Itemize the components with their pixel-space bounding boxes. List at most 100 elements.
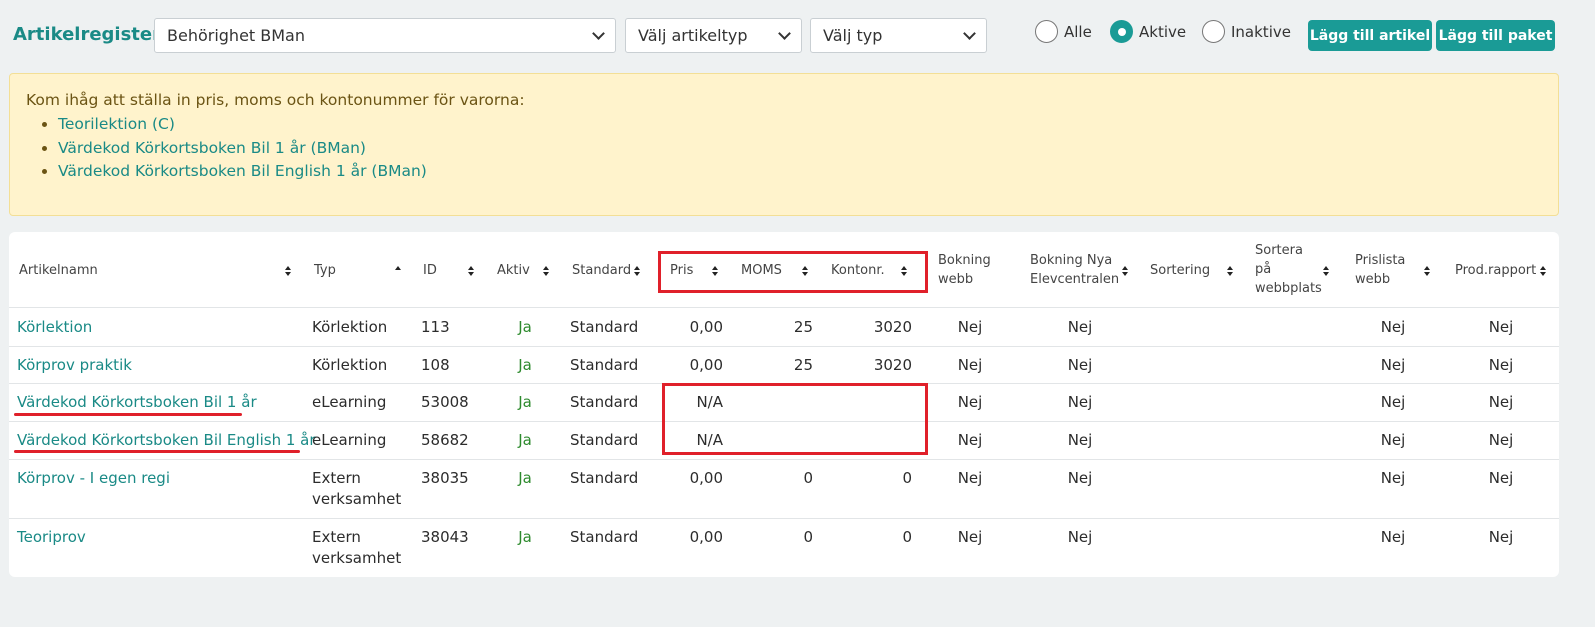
- article-name-link[interactable]: Körprov - I egen regi: [17, 468, 170, 489]
- article-name-link[interactable]: Värdekod Körkortsboken Bil English 1 år: [17, 430, 316, 451]
- article-account: 3020: [873, 356, 912, 374]
- booking-new: Nej: [1067, 469, 1093, 487]
- sort-icon[interactable]: [1227, 266, 1233, 276]
- sort-icon[interactable]: [1424, 266, 1430, 276]
- col-id[interactable]: ID: [423, 261, 437, 280]
- radio-active[interactable]: Aktive: [1110, 20, 1186, 43]
- col-bokning-webb-line2: webb: [938, 272, 974, 287]
- radio-all[interactable]: Alle: [1035, 20, 1092, 43]
- top-bar: Artikelregister Behörighet BMan Välj art…: [0, 0, 1595, 70]
- row-divider: [9, 346, 1559, 347]
- page-title: Artikelregister: [13, 24, 161, 45]
- article-name-link[interactable]: Körlektion: [17, 317, 92, 338]
- article-id: 58682: [421, 431, 469, 449]
- behorighet-select[interactable]: Behörighet BMan: [154, 18, 616, 53]
- article-standard: Standard: [570, 356, 639, 374]
- behorighet-value: Behörighet BMan: [167, 26, 305, 45]
- col-bokning-nya[interactable]: Bokning Nya Elevcentralen: [1030, 251, 1120, 289]
- booking-new: Nej: [1067, 528, 1093, 546]
- pricelist-web: Nej: [1380, 528, 1406, 546]
- col-bokning-nya-line1: Bokning Nya: [1030, 253, 1113, 268]
- col-typ[interactable]: Typ: [314, 261, 336, 280]
- article-active: Ja: [518, 393, 532, 411]
- add-article-button[interactable]: Lägg till artikel: [1308, 20, 1432, 51]
- article-type: Extern: [312, 469, 361, 487]
- radio-circle-icon[interactable]: [1202, 20, 1225, 43]
- prod-report: Nej: [1488, 393, 1514, 411]
- col-bokning-webb[interactable]: Bokning webb: [938, 251, 991, 289]
- col-prislista-webb[interactable]: Prislista webb: [1355, 251, 1417, 289]
- radio-inactive-label: Inaktive: [1231, 22, 1291, 41]
- sort-icon[interactable]: [1540, 266, 1546, 276]
- booking-new: Nej: [1067, 356, 1093, 374]
- col-standard[interactable]: Standard: [572, 261, 631, 280]
- article-vat: 25: [793, 356, 813, 374]
- pricing-reminder-alert: Kom ihåg att ställa in pris, moms och ko…: [9, 73, 1559, 216]
- article-name-link[interactable]: Körprov praktik: [17, 355, 132, 376]
- col-aktiv[interactable]: Aktiv: [497, 261, 530, 280]
- pricelist-web: Nej: [1380, 469, 1406, 487]
- article-standard: Standard: [570, 393, 639, 411]
- col-artikelnamn[interactable]: Artikelnamn: [19, 261, 98, 280]
- radio-circle-icon[interactable]: [1035, 20, 1058, 43]
- col-bokning-nya-line2: Elevcentralen: [1030, 272, 1120, 287]
- sort-icon[interactable]: [634, 266, 640, 276]
- article-name-link[interactable]: Värdekod Körkortsboken Bil 1 år: [17, 392, 257, 413]
- booking-new: Nej: [1067, 431, 1093, 449]
- col-prodrapport[interactable]: Prod.rapport: [1455, 261, 1536, 280]
- article-id: 108: [421, 356, 450, 374]
- pricelist-web: Nej: [1380, 393, 1406, 411]
- sort-icon[interactable]: [1323, 266, 1329, 276]
- radio-selected-icon[interactable]: [1110, 20, 1133, 43]
- article-price: 0,00: [689, 318, 723, 336]
- col-prislista-line2: webb: [1355, 272, 1391, 287]
- sort-icon[interactable]: [285, 266, 291, 276]
- highlight-box-missing-values: [662, 383, 928, 455]
- article-vat: 0: [803, 469, 813, 487]
- article-name-link[interactable]: Teoriprov: [17, 527, 86, 548]
- chevron-down-icon: [592, 27, 605, 40]
- sort-icon[interactable]: [468, 266, 474, 276]
- article-type: Körlektion: [312, 356, 388, 374]
- add-package-button[interactable]: Lägg till paket: [1436, 20, 1555, 51]
- article-type-line2: verksamhet: [312, 490, 402, 508]
- article-account: 3020: [873, 318, 912, 336]
- chevron-down-icon: [778, 27, 791, 40]
- alert-list: Teorilektion (C) Värdekod Körkortsboken …: [26, 113, 1542, 184]
- col-sortera-webbplats[interactable]: Sortera på webbplats: [1255, 241, 1322, 298]
- article-standard: Standard: [570, 318, 639, 336]
- prod-report: Nej: [1488, 318, 1514, 336]
- highlight-underline: [14, 413, 242, 416]
- radio-all-label: Alle: [1064, 22, 1092, 41]
- col-sortering[interactable]: Sortering: [1150, 261, 1210, 280]
- article-type-line2: verksamhet: [312, 549, 402, 567]
- typ-select[interactable]: Välj typ: [810, 18, 987, 53]
- article-price: 0,00: [689, 528, 723, 546]
- article-standard: Standard: [570, 431, 639, 449]
- article-id: 38043: [421, 528, 469, 546]
- article-vat: 25: [793, 318, 813, 336]
- booking-web: Nej: [957, 431, 983, 449]
- article-type: eLearning: [312, 431, 387, 449]
- sort-icon[interactable]: [1122, 266, 1128, 276]
- artikeltyp-select[interactable]: Välj artikeltyp: [625, 18, 802, 53]
- alert-item[interactable]: Värdekod Körkortsboken Bil English 1 år …: [58, 160, 1542, 184]
- col-sortera-line1: Sortera: [1255, 243, 1303, 258]
- article-active: Ja: [518, 318, 532, 336]
- col-prislista-line1: Prislista: [1355, 253, 1406, 268]
- alert-item[interactable]: Teorilektion (C): [58, 113, 1542, 137]
- article-price: 0,00: [689, 469, 723, 487]
- radio-inactive[interactable]: Inaktive: [1202, 20, 1291, 43]
- article-price: 0,00: [689, 356, 723, 374]
- booking-new: Nej: [1067, 318, 1093, 336]
- sort-ascending-icon[interactable]: [395, 266, 401, 276]
- article-standard: Standard: [570, 469, 639, 487]
- artikeltyp-value: Välj artikeltyp: [638, 26, 748, 45]
- sort-icon[interactable]: [543, 266, 549, 276]
- article-account: 0: [902, 469, 912, 487]
- alert-item[interactable]: Värdekod Körkortsboken Bil 1 år (BMan): [58, 137, 1542, 161]
- col-bokning-webb-line1: Bokning: [938, 253, 991, 268]
- highlight-underline: [14, 450, 300, 453]
- article-type: eLearning: [312, 393, 387, 411]
- article-type: Extern: [312, 528, 361, 546]
